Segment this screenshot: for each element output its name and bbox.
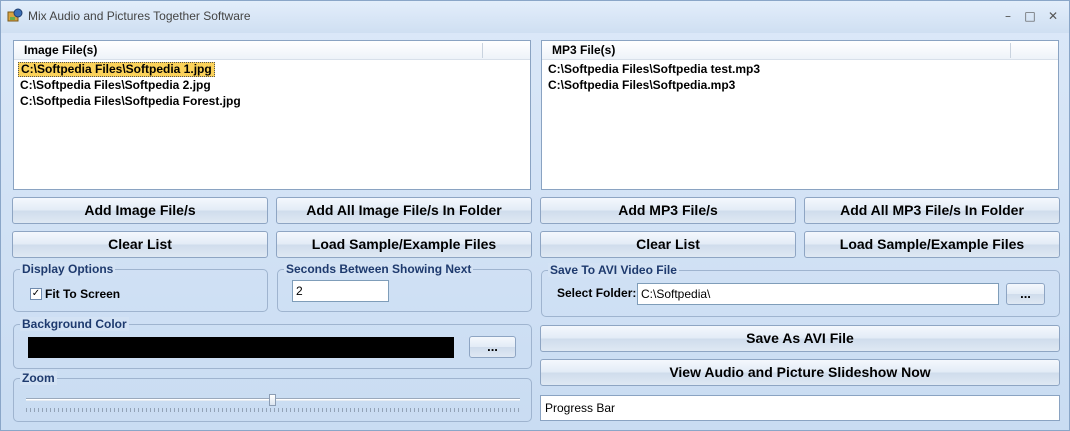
save-avi-button[interactable]: Save As AVI File: [540, 325, 1060, 352]
view-slideshow-button[interactable]: View Audio and Picture Slideshow Now: [540, 359, 1060, 386]
mp3-file-list[interactable]: MP3 File(s) C:\Softpedia Files\Softpedia…: [541, 40, 1059, 190]
image-list-item[interactable]: C:\Softpedia Files\Softpedia Forest.jpg: [18, 94, 243, 109]
background-color-swatch[interactable]: [28, 337, 454, 358]
zoom-label: Zoom: [20, 371, 57, 385]
column-divider[interactable]: [482, 43, 483, 58]
browse-color-button[interactable]: ...: [469, 336, 516, 358]
add-all-mp3-files-button[interactable]: Add All MP3 File/s In Folder: [804, 197, 1060, 224]
mp3-list-item[interactable]: C:\Softpedia Files\Softpedia.mp3: [546, 78, 737, 93]
column-divider[interactable]: [1010, 43, 1011, 58]
zoom-slider-ticks: [26, 408, 520, 412]
display-options-label: Display Options: [20, 262, 116, 276]
mp3-list-header[interactable]: MP3 File(s): [542, 41, 1058, 60]
browse-folder-button[interactable]: ...: [1006, 283, 1045, 305]
zoom-slider-thumb[interactable]: [269, 394, 276, 406]
close-icon[interactable]: ✕: [1042, 7, 1064, 25]
image-list-item[interactable]: C:\Softpedia Files\Softpedia 1.jpg: [18, 62, 215, 77]
image-list-header[interactable]: Image File(s): [14, 41, 530, 60]
save-avi-group: Save To AVI Video File Select Folder: C:…: [541, 263, 1060, 317]
title-bar: Mix Audio and Pictures Together Software…: [1, 1, 1069, 33]
window-title: Mix Audio and Pictures Together Software: [28, 9, 251, 23]
mp3-list-item[interactable]: C:\Softpedia Files\Softpedia test.mp3: [546, 62, 762, 77]
seconds-between-label: Seconds Between Showing Next: [284, 262, 474, 276]
add-mp3-files-button[interactable]: Add MP3 File/s: [540, 197, 796, 224]
mp3-list-header-label: MP3 File(s): [552, 43, 616, 57]
load-sample-mp3-button[interactable]: Load Sample/Example Files: [804, 231, 1060, 258]
image-list-header-label: Image File(s): [24, 43, 98, 57]
minimize-icon[interactable]: –: [997, 7, 1019, 25]
app-icon: [7, 8, 23, 22]
progress-bar-label: Progress Bar: [545, 401, 616, 415]
clear-image-list-button[interactable]: Clear List: [12, 231, 268, 258]
image-list-item[interactable]: C:\Softpedia Files\Softpedia 2.jpg: [18, 78, 213, 93]
main-window: Mix Audio and Pictures Together Software…: [0, 0, 1070, 431]
seconds-between-group: Seconds Between Showing Next 2: [277, 262, 532, 312]
background-color-group: Background Color ...: [13, 317, 532, 369]
display-options-group: Display Options ✓ Fit To Screen: [13, 262, 268, 312]
progress-bar: Progress Bar: [540, 395, 1060, 421]
seconds-input[interactable]: 2: [292, 280, 389, 302]
background-color-label: Background Color: [20, 317, 129, 331]
add-image-files-button[interactable]: Add Image File/s: [12, 197, 268, 224]
image-file-list[interactable]: Image File(s) C:\Softpedia Files\Softped…: [13, 40, 531, 190]
zoom-group: Zoom: [13, 371, 532, 422]
clear-mp3-list-button[interactable]: Clear List: [540, 231, 796, 258]
folder-path-input[interactable]: C:\Softpedia\: [637, 283, 999, 305]
save-avi-label: Save To AVI Video File: [548, 263, 679, 277]
fit-to-screen-checkbox[interactable]: ✓: [30, 288, 42, 300]
select-folder-label: Select Folder:: [557, 286, 637, 300]
add-all-image-files-button[interactable]: Add All Image File/s In Folder: [276, 197, 532, 224]
load-sample-images-button[interactable]: Load Sample/Example Files: [276, 231, 532, 258]
fit-to-screen-label: Fit To Screen: [45, 287, 121, 301]
maximize-icon[interactable]: □: [1019, 7, 1041, 25]
